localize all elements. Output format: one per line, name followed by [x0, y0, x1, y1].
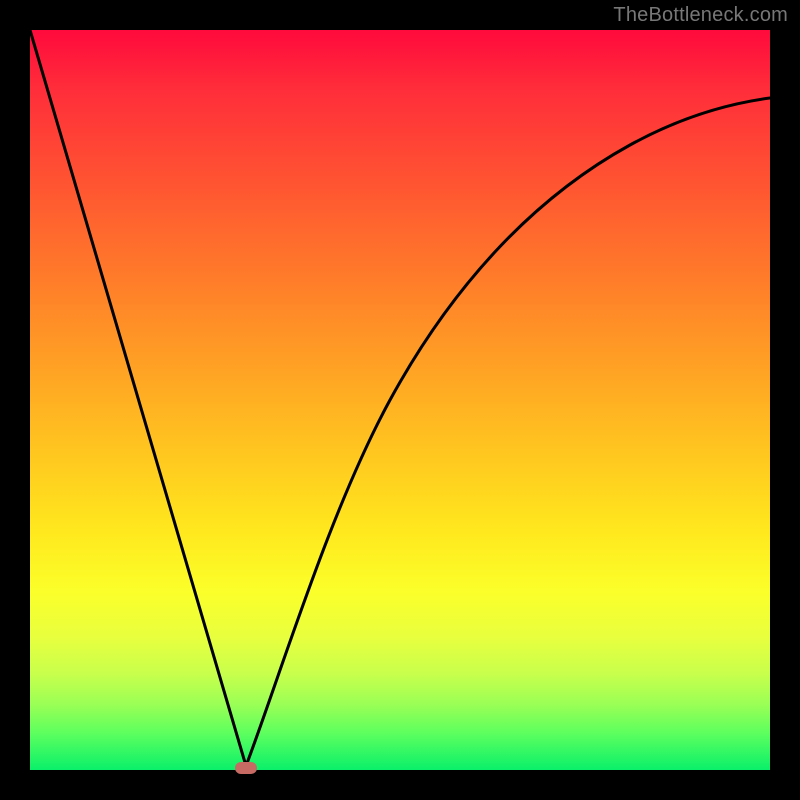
chart-frame: TheBottleneck.com	[0, 0, 800, 800]
bottleneck-curve	[30, 30, 770, 770]
plot-area	[30, 30, 770, 770]
watermark-text: TheBottleneck.com	[613, 4, 788, 27]
minimum-marker	[235, 762, 257, 774]
